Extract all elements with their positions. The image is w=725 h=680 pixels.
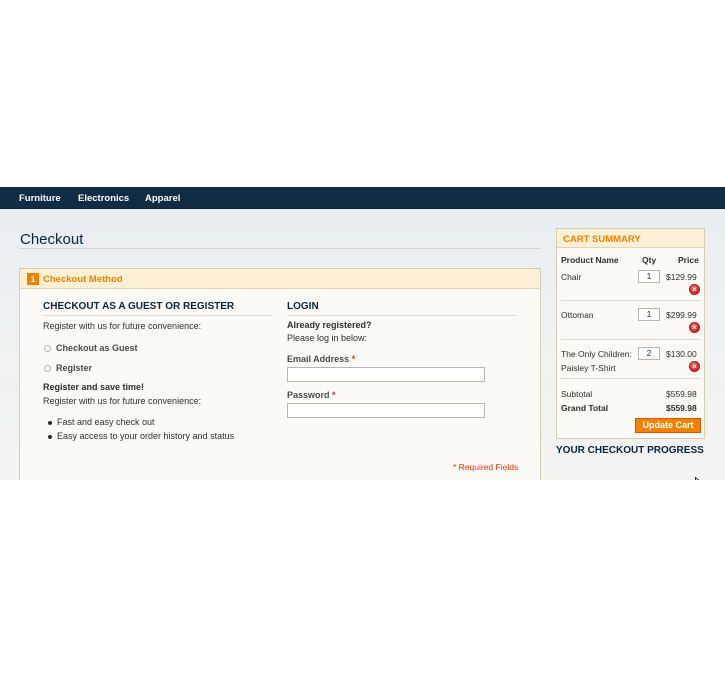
cart-item-name: The Only Children: bbox=[561, 349, 632, 359]
nav-item-electronics[interactable]: Electronics bbox=[78, 193, 129, 204]
required-star: * bbox=[351, 354, 356, 364]
checkout-as-guest-radio[interactable] bbox=[44, 345, 51, 352]
already-registered-text: Already registered? bbox=[287, 320, 372, 330]
benefit-item: Easy access to your order history and st… bbox=[57, 431, 235, 441]
guest-heading-divider bbox=[43, 315, 272, 316]
page-title: Checkout bbox=[20, 231, 84, 248]
cart-item-name: Chair bbox=[561, 272, 582, 282]
bullet-icon bbox=[48, 421, 52, 425]
email-label: Email Address * bbox=[287, 354, 355, 364]
required-fields-note: * Required Fields bbox=[453, 462, 519, 472]
checkout-progress-heading: YOUR CHECKOUT PROGRESS bbox=[556, 445, 704, 456]
cart-summary-panel: CART SUMMARY Product Name Qty Price Chai… bbox=[556, 228, 705, 439]
required-star: * bbox=[332, 390, 336, 400]
email-field[interactable] bbox=[287, 367, 485, 382]
remove-icon[interactable]: × bbox=[689, 284, 700, 295]
title-divider bbox=[20, 248, 541, 249]
update-cart-button[interactable]: Update Cart bbox=[635, 418, 701, 433]
mouse-cursor-icon bbox=[695, 477, 699, 480]
column-header-price: Price bbox=[678, 255, 699, 265]
password-label-text: Password bbox=[287, 390, 330, 400]
login-heading: LOGIN bbox=[287, 301, 319, 312]
guest-intro-text: Register with us for future convenience: bbox=[43, 321, 202, 331]
remove-icon[interactable]: × bbox=[689, 361, 700, 372]
cart-item-price: $299.99 bbox=[666, 310, 697, 320]
cart-item-qty-input[interactable]: 2 bbox=[638, 347, 660, 360]
cart-item-price: $129.99 bbox=[666, 272, 697, 282]
login-heading-divider bbox=[287, 315, 516, 316]
register-label[interactable]: Register bbox=[56, 363, 92, 373]
checkout-as-guest-label[interactable]: Checkout as Guest bbox=[56, 343, 138, 353]
register-radio[interactable] bbox=[44, 365, 51, 372]
guest-register-heading: CHECKOUT AS A GUEST OR REGISTER bbox=[43, 301, 235, 312]
cart-summary-title: CART SUMMARY bbox=[563, 234, 641, 245]
bullet-icon bbox=[48, 435, 52, 439]
step-number-badge: 1 bbox=[27, 273, 39, 285]
cart-item-name-line2: Paisley T-Shirt bbox=[561, 363, 616, 373]
top-nav: Furniture Electronics Apparel bbox=[0, 187, 725, 209]
cart-row-divider bbox=[561, 300, 701, 301]
cart-item-price: $130.00 bbox=[666, 349, 697, 359]
checkout-method-panel: 1 Checkout Method CHECKOUT AS A GUEST OR… bbox=[19, 268, 541, 480]
grand-total-label: Grand Total bbox=[561, 403, 609, 413]
grand-total-value: $559.98 bbox=[666, 403, 697, 413]
cart-row-divider bbox=[561, 378, 701, 379]
column-header-qty: Qty bbox=[642, 255, 657, 265]
subtotal-value: $559.98 bbox=[666, 389, 697, 399]
cart-item-name: Ottoman bbox=[561, 310, 594, 320]
checkout-method-header[interactable]: 1 Checkout Method bbox=[20, 269, 540, 289]
please-login-text: Please log in below: bbox=[287, 333, 368, 343]
checkout-method-title: Checkout Method bbox=[43, 274, 123, 285]
register-save-heading: Register and save time! bbox=[43, 382, 145, 392]
cart-item-qty-input[interactable]: 1 bbox=[638, 270, 660, 283]
email-label-text: Email Address bbox=[287, 354, 350, 364]
benefit-item: Fast and easy check out bbox=[57, 417, 155, 427]
cart-summary-header: CART SUMMARY bbox=[557, 229, 704, 248]
password-label: Password * bbox=[287, 390, 336, 400]
password-field[interactable] bbox=[287, 403, 485, 418]
cart-item-qty-input[interactable]: 1 bbox=[638, 308, 660, 321]
column-header-product: Product Name bbox=[561, 255, 619, 265]
nav-item-apparel[interactable]: Apparel bbox=[145, 193, 180, 204]
checkout-page: Furniture Electronics Apparel Checkout 1… bbox=[0, 187, 725, 480]
remove-icon[interactable]: × bbox=[689, 322, 700, 333]
subtotal-label: Subtotal bbox=[561, 389, 593, 399]
cart-row-divider bbox=[561, 339, 701, 340]
register-save-intro: Register with us for future convenience: bbox=[43, 396, 202, 406]
nav-item-furniture[interactable]: Furniture bbox=[19, 193, 61, 204]
